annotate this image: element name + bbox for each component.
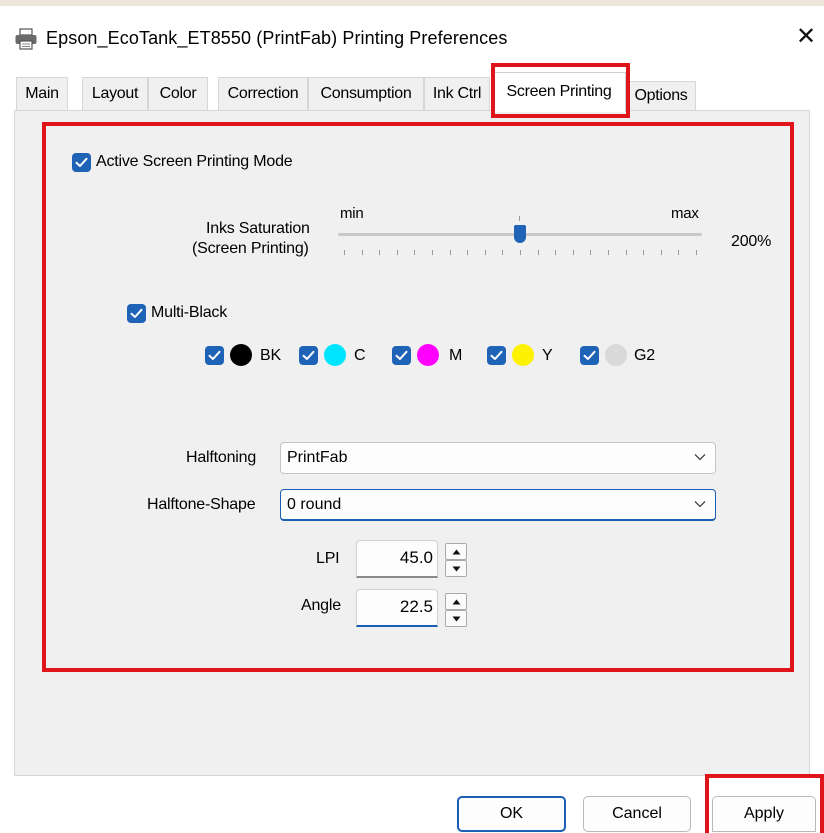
slider-tick: [396, 250, 398, 255]
angle-increment-button[interactable]: [445, 593, 467, 610]
ink-bk-checkbox[interactable]: [205, 346, 224, 365]
ink-bk-label: BK: [260, 347, 281, 364]
slider-tick: [467, 250, 469, 255]
tab-screen-printing[interactable]: Screen Printing: [492, 72, 626, 112]
ink-g2-checkbox[interactable]: [580, 346, 599, 365]
slider-tick: [608, 250, 609, 255]
active-screen-printing-label: Active Screen Printing Mode: [96, 153, 293, 170]
halftone-shape-label: Halftone-Shape: [147, 496, 256, 513]
slider-tick: [555, 250, 557, 255]
slider-tick: [432, 250, 433, 255]
angle-input[interactable]: 22.5: [356, 589, 438, 627]
lpi-decrement-button[interactable]: [445, 560, 467, 577]
slider-tick: [625, 250, 627, 255]
halftoning-value: PrintFab: [287, 449, 348, 466]
slider-tick: [361, 250, 363, 255]
halftone-shape-value: 0 round: [287, 496, 342, 513]
ink-m-checkbox[interactable]: [392, 346, 411, 365]
multi-black-checkbox[interactable]: [127, 304, 146, 323]
slider-min-label: min: [340, 205, 364, 222]
ink-c-swatch: [324, 344, 346, 366]
ink-m-label: M: [449, 347, 463, 364]
ink-g2-label: G2: [634, 347, 655, 364]
arrow-down-icon: [452, 616, 461, 622]
lpi-label: LPI: [316, 550, 340, 567]
halftoning-label: Halftoning: [186, 449, 257, 466]
ink-y-swatch: [512, 344, 534, 366]
angle-label: Angle: [301, 597, 341, 614]
inks-saturation-label: Inks Saturation: [206, 220, 310, 237]
tab-layout[interactable]: Layout: [82, 77, 148, 111]
ink-g2-swatch: [605, 344, 627, 366]
ink-bk-swatch: [230, 344, 252, 366]
slider-tick: [414, 250, 416, 255]
slider-tick: [643, 250, 645, 255]
arrow-up-icon: [452, 599, 461, 605]
slider-center-tick: [519, 216, 520, 221]
slider-tick: [590, 250, 592, 255]
slider-tick: [344, 250, 345, 255]
checkmark-icon: [208, 350, 221, 360]
ok-button[interactable]: OK: [457, 796, 566, 832]
tab-main[interactable]: Main: [16, 77, 68, 111]
halftone-shape-dropdown[interactable]: 0 round: [280, 489, 716, 521]
ink-c-checkbox[interactable]: [299, 346, 318, 365]
ink-y-label: Y: [542, 347, 553, 364]
slider-tick: [449, 250, 451, 255]
tab-consumption[interactable]: Consumption: [308, 77, 424, 111]
saturation-slider-thumb[interactable]: [514, 225, 526, 243]
printer-icon: [14, 28, 38, 50]
ink-c-label: C: [354, 347, 366, 364]
slider-tick: [660, 250, 662, 255]
background-strip: [0, 0, 824, 6]
checkmark-icon: [130, 308, 143, 318]
slider-tick: [502, 250, 504, 255]
cancel-button[interactable]: Cancel: [583, 796, 691, 832]
arrow-up-icon: [452, 549, 461, 555]
slider-tick: [379, 250, 381, 255]
slider-tick: [537, 250, 539, 255]
slider-tick: [484, 250, 486, 255]
multi-black-label: Multi-Black: [151, 304, 228, 321]
checkmark-icon: [583, 350, 596, 360]
lpi-input[interactable]: 45.0: [356, 540, 438, 578]
chevron-down-icon: [694, 454, 706, 461]
checkmark-icon: [490, 350, 503, 360]
arrow-down-icon: [452, 566, 461, 572]
checkmark-icon: [75, 157, 88, 167]
active-screen-printing-checkbox[interactable]: [72, 153, 91, 172]
tab-color[interactable]: Color: [148, 77, 208, 111]
slider-tick: [678, 250, 680, 255]
checkmark-icon: [302, 350, 315, 360]
saturation-value: 200%: [731, 233, 772, 250]
ink-y-checkbox[interactable]: [487, 346, 506, 365]
window-title: Epson_EcoTank_ET8550 (PrintFab) Printing…: [46, 28, 508, 48]
lpi-increment-button[interactable]: [445, 543, 467, 560]
tab-ink-ctrl[interactable]: Ink Ctrl: [424, 77, 490, 111]
tab-options[interactable]: Options: [626, 81, 696, 111]
inks-saturation-sublabel: (Screen Printing): [192, 240, 309, 257]
close-button[interactable]: ✕: [792, 22, 820, 52]
slider-max-label: max: [671, 205, 699, 222]
tab-correction[interactable]: Correction: [218, 77, 308, 111]
slider-tick: [520, 250, 521, 255]
apply-button[interactable]: Apply: [712, 796, 816, 832]
checkmark-icon: [395, 350, 408, 360]
slider-tick: [572, 250, 574, 255]
slider-tick: [696, 250, 697, 255]
ink-m-swatch: [417, 344, 439, 366]
button-bar: [0, 776, 824, 833]
angle-decrement-button[interactable]: [445, 610, 467, 627]
halftoning-dropdown[interactable]: PrintFab: [280, 442, 716, 474]
chevron-down-icon: [694, 501, 706, 508]
